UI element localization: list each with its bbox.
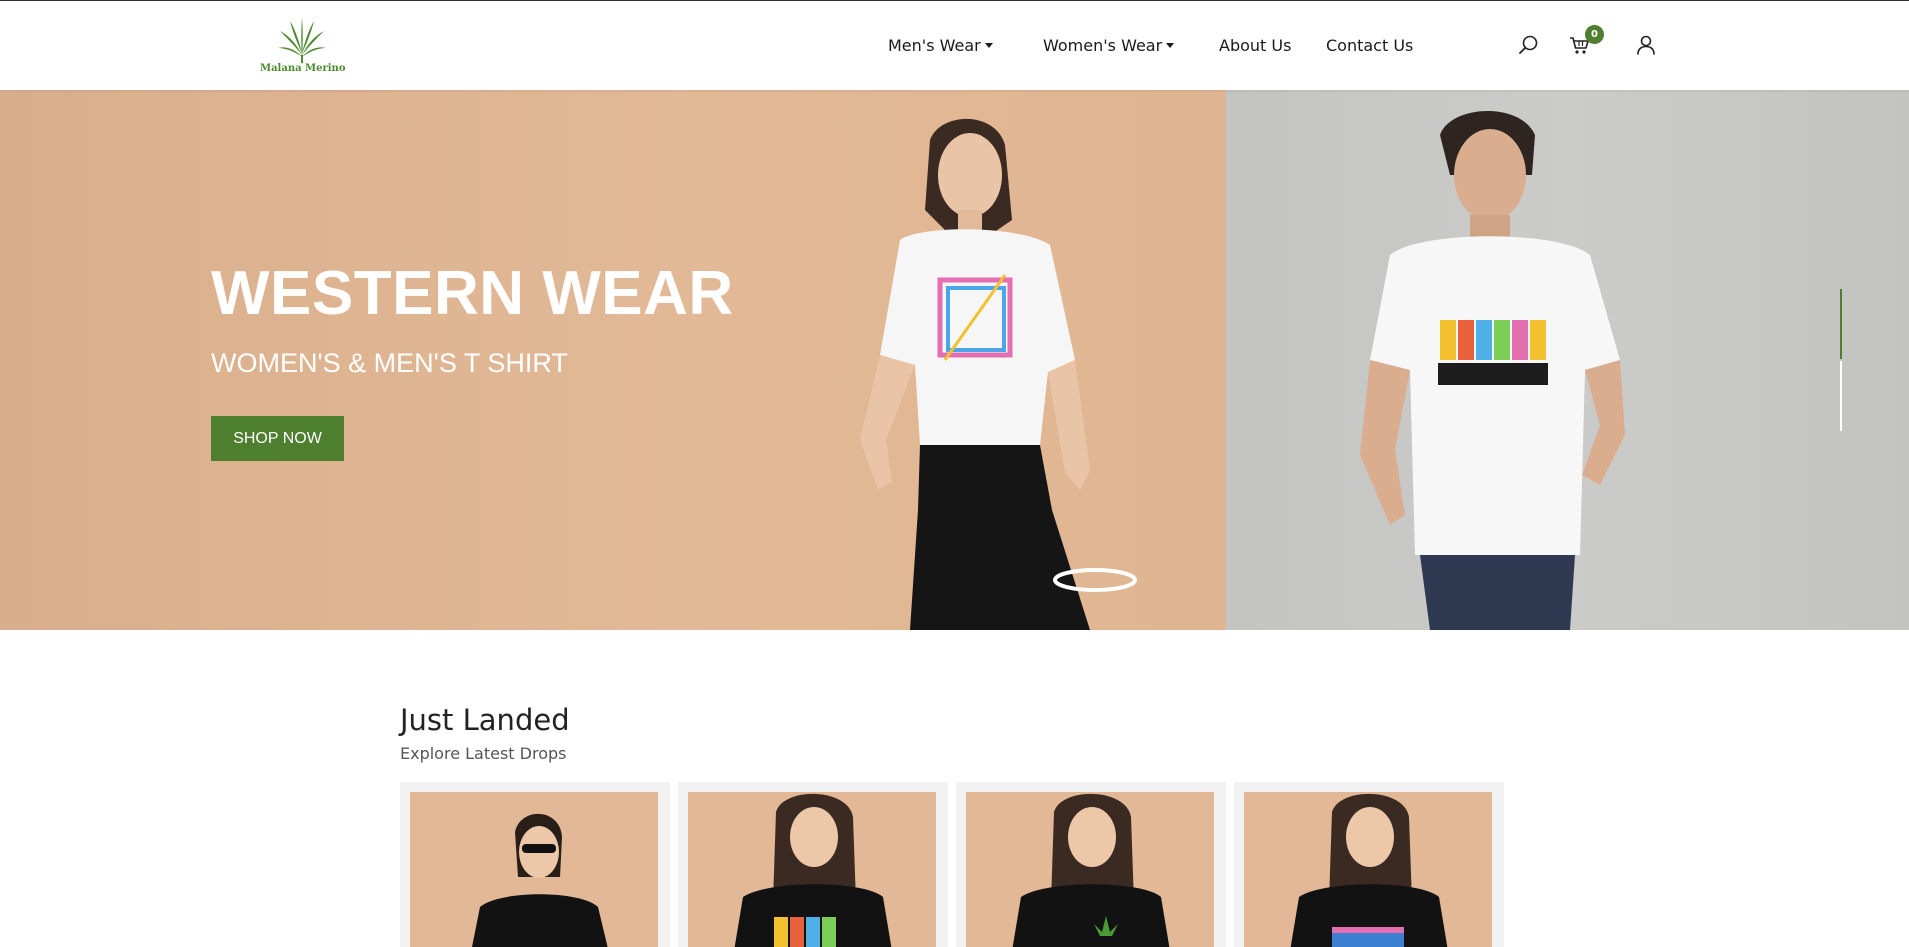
product-card[interactable] — [400, 782, 670, 947]
shop-now-button[interactable]: SHOP NOW — [211, 416, 344, 461]
user-icon[interactable] — [1634, 33, 1658, 57]
product-image — [966, 792, 1214, 947]
site-header: Malana Merino Men's Wear Women's Wear Ab… — [0, 0, 1909, 90]
man-model-image — [1360, 110, 1625, 630]
cart-count-badge: 0 — [1585, 25, 1604, 44]
main-nav: Men's Wear Women's Wear About Us Contact… — [0, 36, 1909, 58]
hero-subtitle: WOMEN'S & MEN'S T SHIRT — [211, 348, 568, 378]
logo-text: Malana Merino — [260, 63, 346, 74]
slide-indicator-2[interactable] — [1840, 361, 1842, 431]
nav-item-mens-wear[interactable]: Men's Wear — [888, 36, 993, 55]
product-card[interactable] — [678, 782, 948, 947]
nav-item-label: About Us — [1219, 36, 1292, 55]
nav-item-womens-wear[interactable]: Women's Wear — [1043, 36, 1175, 55]
search-icon[interactable] — [1517, 33, 1541, 57]
section-title: Just Landed — [400, 703, 570, 737]
product-image — [1244, 792, 1492, 947]
section-subtitle: Explore Latest Drops — [400, 744, 567, 763]
nav-item-label: Men's Wear — [888, 36, 981, 55]
nav-item-label: Women's Wear — [1043, 36, 1163, 55]
product-image — [410, 792, 658, 947]
product-card[interactable] — [956, 782, 1226, 947]
nav-item-label: Contact Us — [1326, 36, 1414, 55]
product-card[interactable] — [1234, 782, 1504, 947]
nav-item-about-us[interactable]: About Us — [1219, 36, 1291, 55]
woman-model-image — [860, 118, 1137, 630]
nav-item-contact-us[interactable]: Contact Us — [1326, 36, 1413, 55]
hero-title: WESTERN WEAR — [211, 259, 734, 328]
slide-indicator-1[interactable] — [1840, 289, 1842, 359]
hero-banner: WESTERN WEAR WOMEN'S & MEN'S T SHIRT SHO… — [0, 90, 1909, 630]
product-image — [688, 792, 936, 947]
caret-down-icon — [1166, 43, 1175, 48]
caret-down-icon — [984, 43, 993, 48]
